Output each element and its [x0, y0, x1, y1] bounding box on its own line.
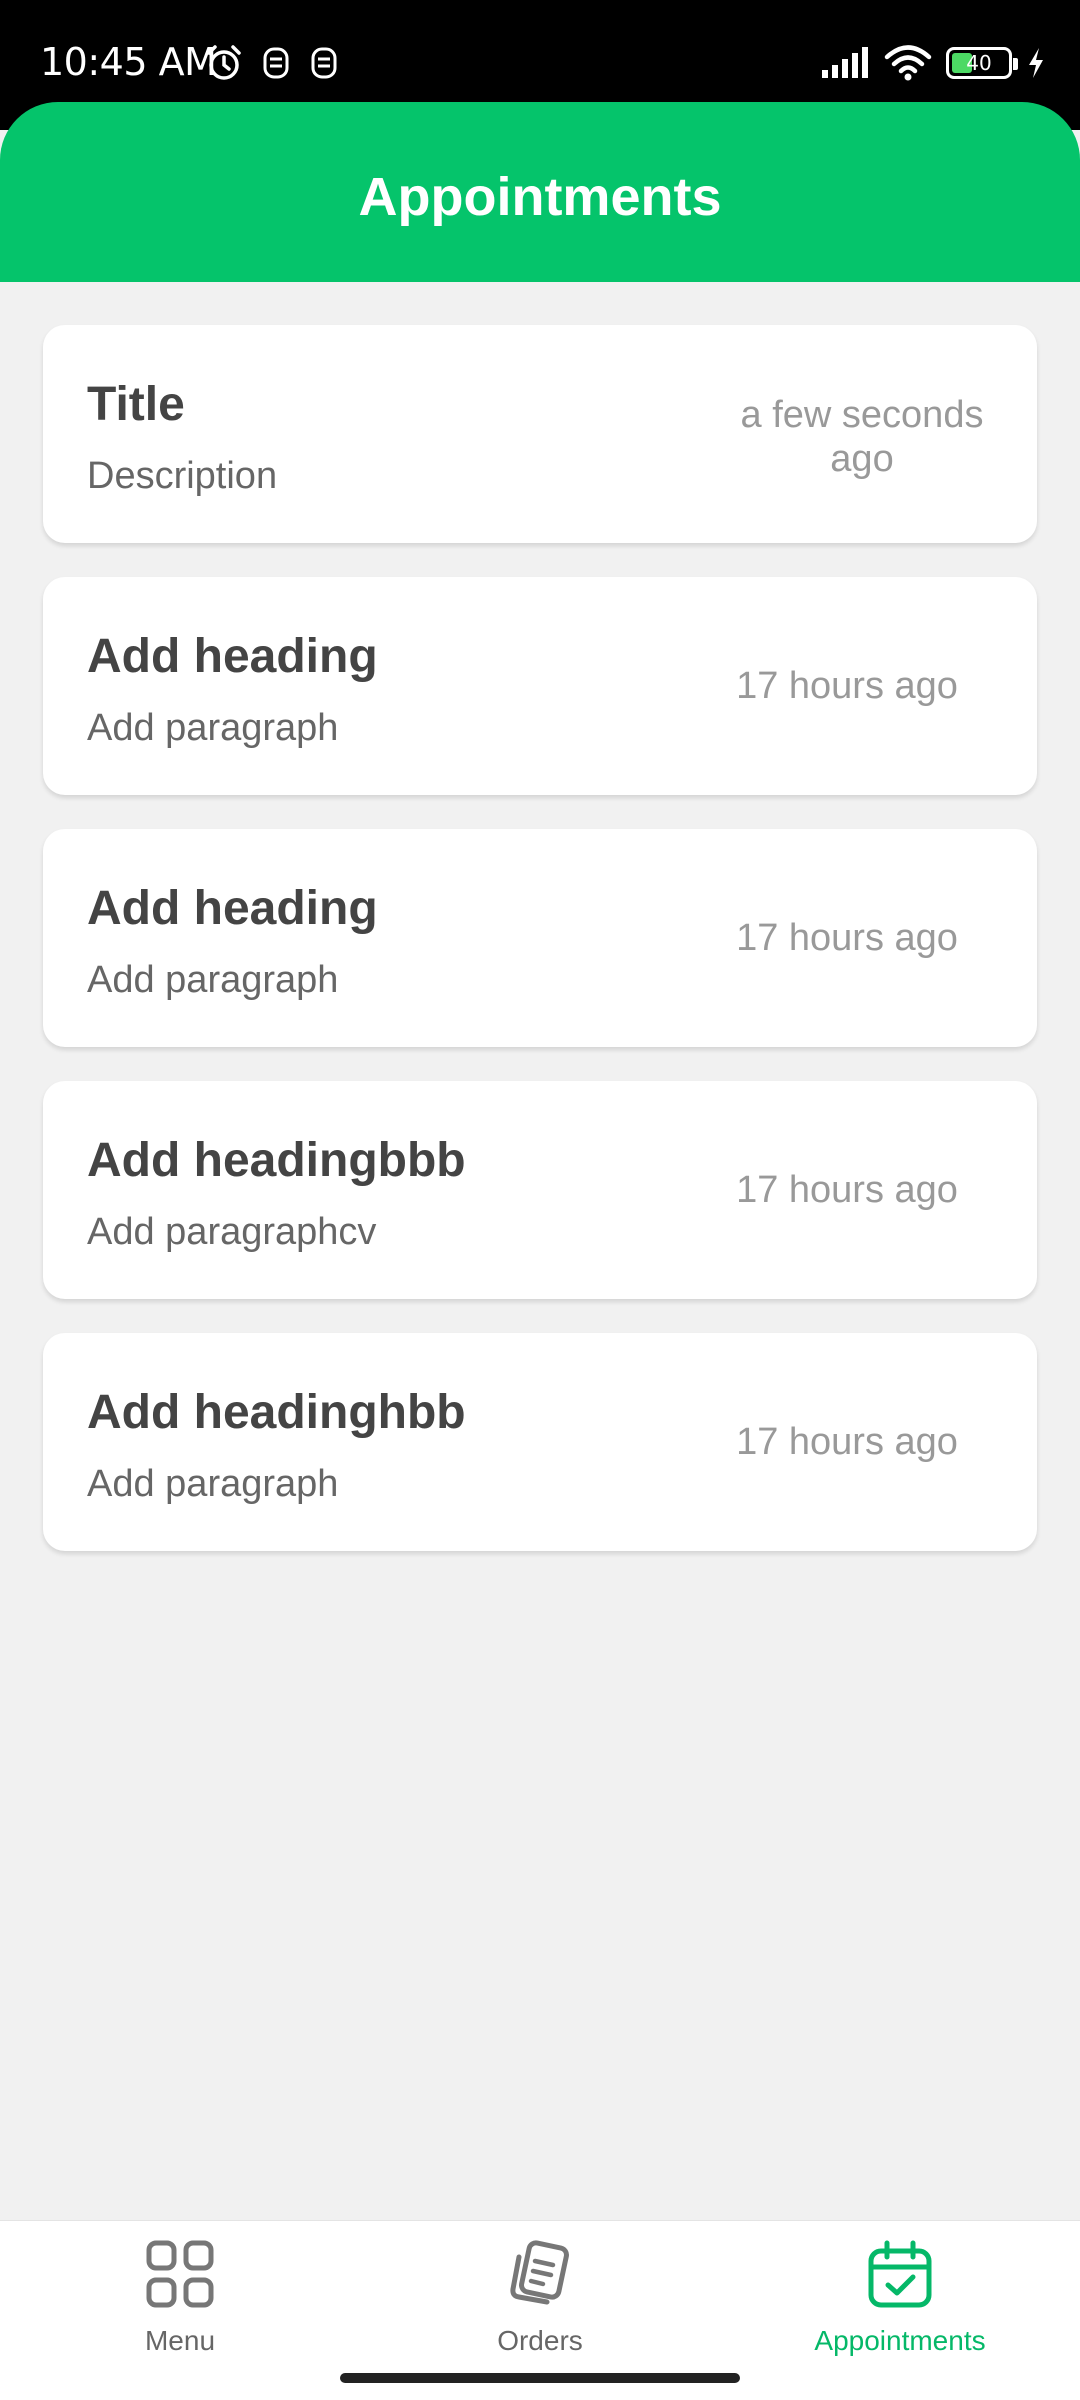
status-left-icons: [205, 44, 339, 82]
appointment-title: Add heading: [87, 882, 378, 935]
app-header: Appointments: [0, 102, 1080, 282]
wifi-icon: [884, 45, 932, 81]
appointment-card[interactable]: Add headingbbb Add paragraphcv 17 hours …: [43, 1081, 1037, 1299]
nav-label-menu: Menu: [144, 2325, 216, 2356]
battery-level: 40: [966, 51, 992, 75]
appointment-title: Add headingbbb: [87, 1134, 466, 1187]
appointment-time: 17 hours ago: [736, 917, 958, 959]
nav-item-menu[interactable]: Menu: [30, 2239, 330, 2357]
nav-label-orders: Orders: [497, 2325, 583, 2356]
appointment-description: Add paragraphcv: [87, 1211, 377, 1253]
nav-item-appointments[interactable]: Appointments: [750, 2239, 1050, 2357]
appointment-list: Title Description a few seconds ago Add …: [43, 325, 1037, 1585]
appointment-card[interactable]: Add headinghbb Add paragraph 17 hours ag…: [43, 1333, 1037, 1551]
app-notification-icon: [311, 47, 337, 79]
home-indicator[interactable]: [340, 2373, 740, 2383]
orders-icon: [510, 2240, 569, 2305]
appointment-title: Add headinghbb: [87, 1386, 466, 1439]
grid-icon: [146, 2240, 214, 2308]
status-time: 10:45 AM: [40, 40, 217, 84]
signal-icon: [822, 47, 868, 78]
status-right-icons: 40: [820, 44, 1046, 82]
nav-item-orders[interactable]: Orders: [390, 2239, 690, 2357]
appointment-description: Add paragraph: [87, 959, 339, 1001]
page-title: Appointments: [358, 167, 722, 227]
appointment-title: Title: [87, 378, 185, 431]
alarm-icon: [207, 45, 241, 80]
calendar-check-icon: [868, 2240, 932, 2308]
charging-icon: [1029, 48, 1043, 78]
appointment-card[interactable]: Add heading Add paragraph 17 hours ago: [43, 577, 1037, 795]
appointment-description: Add paragraph: [87, 707, 339, 749]
appointment-description: Add paragraph: [87, 1463, 339, 1505]
nav-label-appointments: Appointments: [814, 2325, 986, 2356]
appointment-description: Description: [87, 455, 278, 497]
appointment-time: a few seconds ago: [740, 394, 984, 480]
appointment-title: Add heading: [87, 630, 378, 683]
appointment-time: 17 hours ago: [736, 1421, 958, 1463]
appointment-card[interactable]: Title Description a few seconds ago: [43, 325, 1037, 543]
battery-icon: 40: [946, 47, 1018, 79]
appointment-card[interactable]: Add heading Add paragraph 17 hours ago: [43, 829, 1037, 1047]
app-notification-icon: [263, 47, 289, 79]
appointment-time: 17 hours ago: [736, 1169, 958, 1211]
appointment-time: 17 hours ago: [736, 665, 958, 707]
